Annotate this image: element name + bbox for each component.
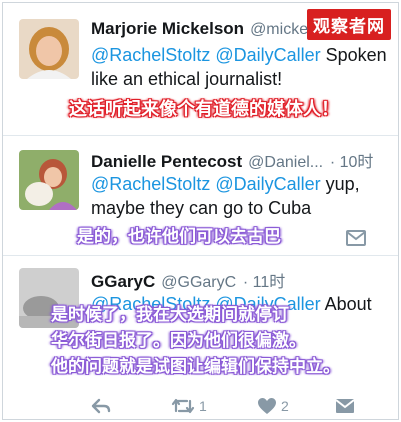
retweet-button[interactable]: 1 [171, 394, 207, 418]
reply-icon [91, 398, 111, 414]
tweet-3[interactable]: GGaryC @GGaryC · 11时 @RachelStoltz @Daily… [3, 255, 398, 419]
dm-button[interactable] [335, 394, 355, 418]
tweet-time: · 10时 [329, 154, 374, 171]
author-name[interactable]: GGaryC @GGaryC · 11时 [91, 268, 285, 292]
mentions-link[interactable]: @RachelStoltz @DailyCaller [91, 45, 321, 65]
avatar[interactable] [19, 150, 79, 210]
dm-icon [335, 399, 355, 413]
translation-caption-line-3: 他的问题就是试图让编辑们保持中立。 [51, 357, 340, 376]
tweet-actions: 1 2 [3, 394, 398, 418]
retweet-count: 1 [199, 398, 207, 414]
avatar[interactable] [19, 19, 79, 79]
tweet-text: @RachelStoltz @DailyCaller Spoken like a… [91, 45, 387, 89]
tweet-time: · 11时 [242, 274, 286, 291]
translation-caption: 这话听起来像个有道德的媒体人！ [69, 99, 339, 119]
translation-caption-line-2: 华尔街日报了。因为他们很偏激。 [51, 331, 306, 350]
mentions-link[interactable]: @RachelStoltz @DailyCaller [91, 174, 321, 194]
author-name[interactable]: Marjorie Mickelson @micke [91, 19, 308, 39]
author-handle[interactable]: @micke [250, 21, 308, 38]
tweet-1[interactable]: Marjorie Mickelson @micke @RachelStoltz @… [3, 3, 398, 135]
author-handle[interactable]: @Daniel... [248, 154, 323, 171]
author-handle[interactable]: @GGaryC [161, 274, 236, 291]
retweet-icon [171, 398, 195, 414]
like-icon [258, 398, 276, 414]
tweet-thread: 观察者网 Marjorie Mickelson @micke @RachelSto… [2, 2, 399, 420]
dm-icon [346, 230, 366, 246]
author-name[interactable]: Danielle Pentecost @Daniel... · 10时 [91, 148, 373, 172]
like-count: 2 [281, 398, 289, 414]
translation-caption: 是的，也许他们可以去古巴 [77, 227, 281, 246]
translation-caption-line-1: 是时候了，我在大选期间就停订 [51, 305, 289, 324]
reply-button[interactable] [91, 394, 111, 418]
tweet-2[interactable]: Danielle Pentecost @Daniel... · 10时 @Rach… [3, 135, 398, 256]
tweet-text: @RachelStoltz @DailyCaller yup, maybe th… [91, 174, 360, 218]
like-button[interactable]: 2 [257, 394, 289, 418]
dm-button[interactable] [346, 226, 366, 250]
